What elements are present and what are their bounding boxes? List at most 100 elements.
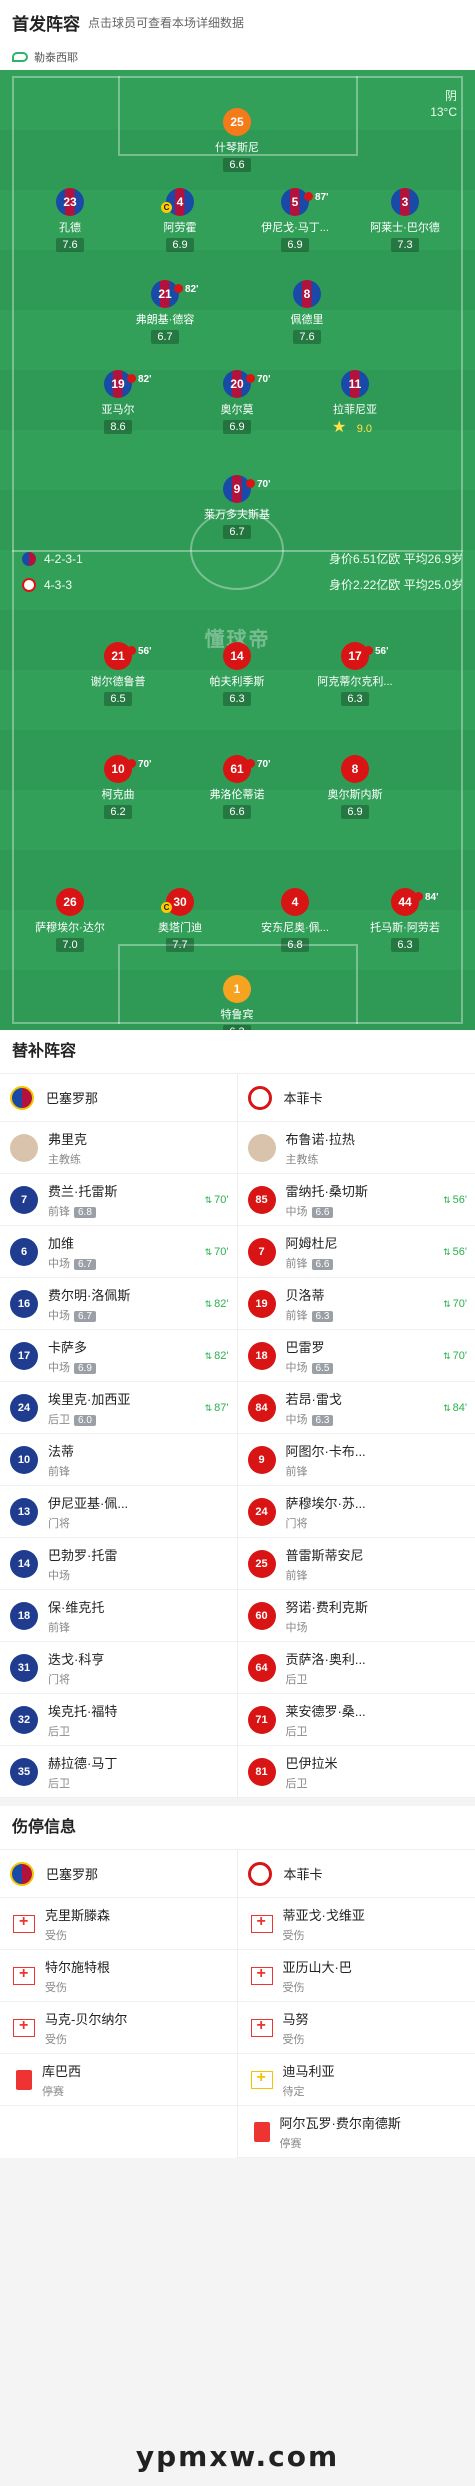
jersey-number: 31	[10, 1653, 38, 1682]
injuries-title: 伤停信息	[0, 1806, 475, 1850]
sub-player-row[interactable]: 14 巴勃罗·托雷 中场	[0, 1538, 237, 1590]
player-name: 特尔施特根	[45, 1959, 111, 1975]
jersey-number: 4	[281, 888, 309, 916]
home-player[interactable]: 9 70' 莱万多夫斯基 6.7	[182, 475, 292, 540]
jersey-number: 16	[10, 1289, 38, 1318]
home-player[interactable]: 21 82' 弗朗基·德容 6.7	[110, 280, 220, 345]
player-name: 迭戈·科亨	[48, 1651, 105, 1667]
jersey-number: 18	[10, 1601, 38, 1630]
away-player[interactable]: 21 56' 谢尔德鲁普 6.5	[63, 642, 173, 707]
sub-player-row[interactable]: 64 贡萨洛·奥利... 后卫	[237, 1642, 475, 1694]
player-name: 巴雷罗	[285, 1339, 325, 1355]
sub-player-row[interactable]: 24 埃里克·加西亚后卫 6.0 87'	[0, 1382, 237, 1434]
player-name: 努诺·费利克斯	[285, 1599, 368, 1615]
home-player[interactable]: 23 孔德 7.6	[15, 188, 125, 253]
home-player[interactable]: 25 什琴斯尼 6.6	[182, 108, 292, 173]
away-player[interactable]: 14 帕夫利季斯 6.3	[182, 642, 292, 707]
sub-player-row[interactable]: 85 雷纳托·桑切斯中场6.6 56'	[237, 1174, 475, 1226]
player-position: 门将	[48, 1673, 70, 1686]
player-name: 贝洛蒂	[285, 1287, 325, 1303]
sub-player-row[interactable]: 10 法蒂 前锋	[0, 1434, 237, 1486]
player-name: 奥尔斯内斯	[327, 789, 383, 801]
player-name: 拉菲尼亚	[333, 404, 377, 416]
away-player[interactable]: 61 70' 弗洛伦蒂诺 6.6	[182, 755, 292, 820]
away-player[interactable]: 30 C 奥塔门迪 7.7	[125, 888, 235, 953]
sub-player-row[interactable]: 60 努诺·费利克斯 中场	[237, 1590, 475, 1642]
sub-player-row[interactable]: 24 萨穆埃尔·苏... 门将	[237, 1486, 475, 1538]
referee-row: 勒泰西耶	[0, 44, 475, 70]
player-name: 蒂亚戈·戈维亚	[282, 1907, 365, 1923]
sub-player-row[interactable]: 71 莱安德罗·桑... 后卫	[237, 1694, 475, 1746]
sub-player-row[interactable]: 32 埃克托·福特 后卫	[0, 1694, 237, 1746]
injury-row[interactable]: 马克-贝尔纳尔受伤	[0, 2002, 237, 2054]
injury-row[interactable]: 阿尔瓦罗·费尔南德斯 停赛	[237, 2106, 475, 2158]
home-player[interactable]: 20 70' 奥尔莫 6.9	[182, 370, 292, 435]
injury-row[interactable]: 特尔施特根受伤	[0, 1950, 237, 2002]
away-team-summary: 4-3-3 身价2.22亿欧 平均25.0岁	[22, 576, 463, 593]
injury-status: 停赛	[42, 2085, 64, 2098]
jersey-number: 64	[247, 1653, 276, 1682]
player-name: 阿克蒂尔克利...	[317, 676, 393, 688]
away-coach[interactable]: 布鲁诺·拉热 主教练	[237, 1122, 475, 1174]
injury-row[interactable]: 蒂亚戈·戈维亚受伤	[237, 1898, 475, 1950]
jersey-number: 23	[56, 188, 84, 216]
injury-row[interactable]: 克里斯滕森受伤	[0, 1898, 237, 1950]
home-inj-team: 巴塞罗那	[0, 1850, 237, 1898]
sub-player-row[interactable]: 6 加维中场 6.7 70'	[0, 1226, 237, 1278]
injury-row[interactable]: 迪马利亚待定	[237, 2054, 475, 2106]
jersey-number: 5 87'	[281, 188, 329, 216]
sub-player-row[interactable]: 18 保·维克托 前锋	[0, 1590, 237, 1642]
injury-row[interactable]: 马努受伤	[237, 2002, 475, 2054]
player-position: 中场	[285, 1621, 308, 1634]
player-position: 前锋	[48, 1205, 70, 1218]
player-name: 伊尼亚基·佩...	[48, 1495, 129, 1511]
sub-player-row[interactable]: 16 费尔明·洛佩斯中场 6.7 82'	[0, 1278, 237, 1330]
sub-player-row[interactable]: 25 普雷斯蒂安尼 前锋	[237, 1538, 475, 1590]
away-player[interactable]: 17 56' 阿克蒂尔克利... 6.3	[300, 642, 410, 707]
home-player[interactable]: 4 C 阿劳霍 6.9	[125, 188, 235, 253]
away-player[interactable]: 10 70' 柯克曲 6.2	[63, 755, 173, 820]
player-position: 后卫	[48, 1725, 70, 1738]
injury-row[interactable]: 库巴西 停赛	[0, 2054, 237, 2106]
jersey-number: 8	[341, 755, 369, 783]
jersey-number: 60	[247, 1601, 276, 1630]
sub-player-row[interactable]: 9 阿图尔·卡布... 前锋	[237, 1434, 475, 1486]
sub-player-row[interactable]: 7 阿姆杜尼前锋6.6 56'	[237, 1226, 475, 1278]
sub-player-row[interactable]: 81 巴伊拉米 后卫	[237, 1746, 475, 1798]
team-name: 本菲卡	[283, 1867, 323, 1882]
home-player[interactable]: 11 拉菲尼亚 ★ 9.0	[300, 370, 410, 437]
player-rating: 6.9	[166, 238, 194, 252]
away-player[interactable]: 26 萨穆埃尔·达尔 7.0	[15, 888, 125, 953]
player-name: 萨穆埃尔·苏...	[285, 1495, 366, 1511]
player-name: 帕夫利季斯	[209, 676, 265, 688]
home-player[interactable]: 5 87' 伊尼戈·马丁... 6.9	[240, 188, 350, 253]
away-player[interactable]: 4 安东尼奥·佩... 6.8	[240, 888, 350, 953]
home-coach[interactable]: 弗里克 主教练	[0, 1122, 237, 1174]
away-player[interactable]: 44 84' 托马斯·阿劳若 6.3	[350, 888, 460, 953]
sub-player-row[interactable]: 17 卡萨多中场 6.9 82'	[0, 1330, 237, 1382]
player-position: 前锋	[48, 1621, 70, 1634]
sub-player-row[interactable]: 19 贝洛蒂前锋6.3 70'	[237, 1278, 475, 1330]
home-player[interactable]: 8 佩德里 7.6	[252, 280, 362, 345]
away-player[interactable]: 8 奥尔斯内斯 6.9	[300, 755, 410, 820]
player-name: 法蒂	[48, 1443, 75, 1459]
weather-condition: 阴	[444, 89, 457, 103]
sub-player-row[interactable]: 31 迭戈·科亨门将	[0, 1642, 237, 1694]
jersey-number: 7	[10, 1185, 38, 1214]
star-icon: ★	[331, 419, 351, 436]
sub-player-row[interactable]: 84 若昂·雷戈中场6.3 84'	[237, 1382, 475, 1434]
home-player[interactable]: 19 82' 亚马尔 8.6	[63, 370, 173, 435]
sub-player-row[interactable]: 7 费兰·托雷斯前锋 6.8 70'	[0, 1174, 237, 1226]
jersey-number: 24	[247, 1497, 276, 1526]
away-player[interactable]: 1 特鲁宾 6.3	[182, 975, 292, 1030]
player-name: 马克-贝尔纳尔	[45, 2011, 128, 2027]
sub-player-row[interactable]: 13 伊尼亚基·佩... 门将	[0, 1486, 237, 1538]
sub-player-row[interactable]: 35 赫拉德·马丁 后卫	[0, 1746, 237, 1798]
sub-player-row[interactable]: 18 巴雷罗中场6.5 70'	[237, 1330, 475, 1382]
home-subs-team: 巴塞罗那	[0, 1074, 237, 1122]
sub-in-time: 84'	[443, 1402, 467, 1414]
player-name: 迪马利亚	[282, 2063, 335, 2079]
injury-row[interactable]: 亚历山大·巴受伤	[237, 1950, 475, 2002]
home-player[interactable]: 3 阿莱士·巴尔德 7.3	[350, 188, 460, 253]
sub-in-time: 70'	[205, 1246, 228, 1258]
